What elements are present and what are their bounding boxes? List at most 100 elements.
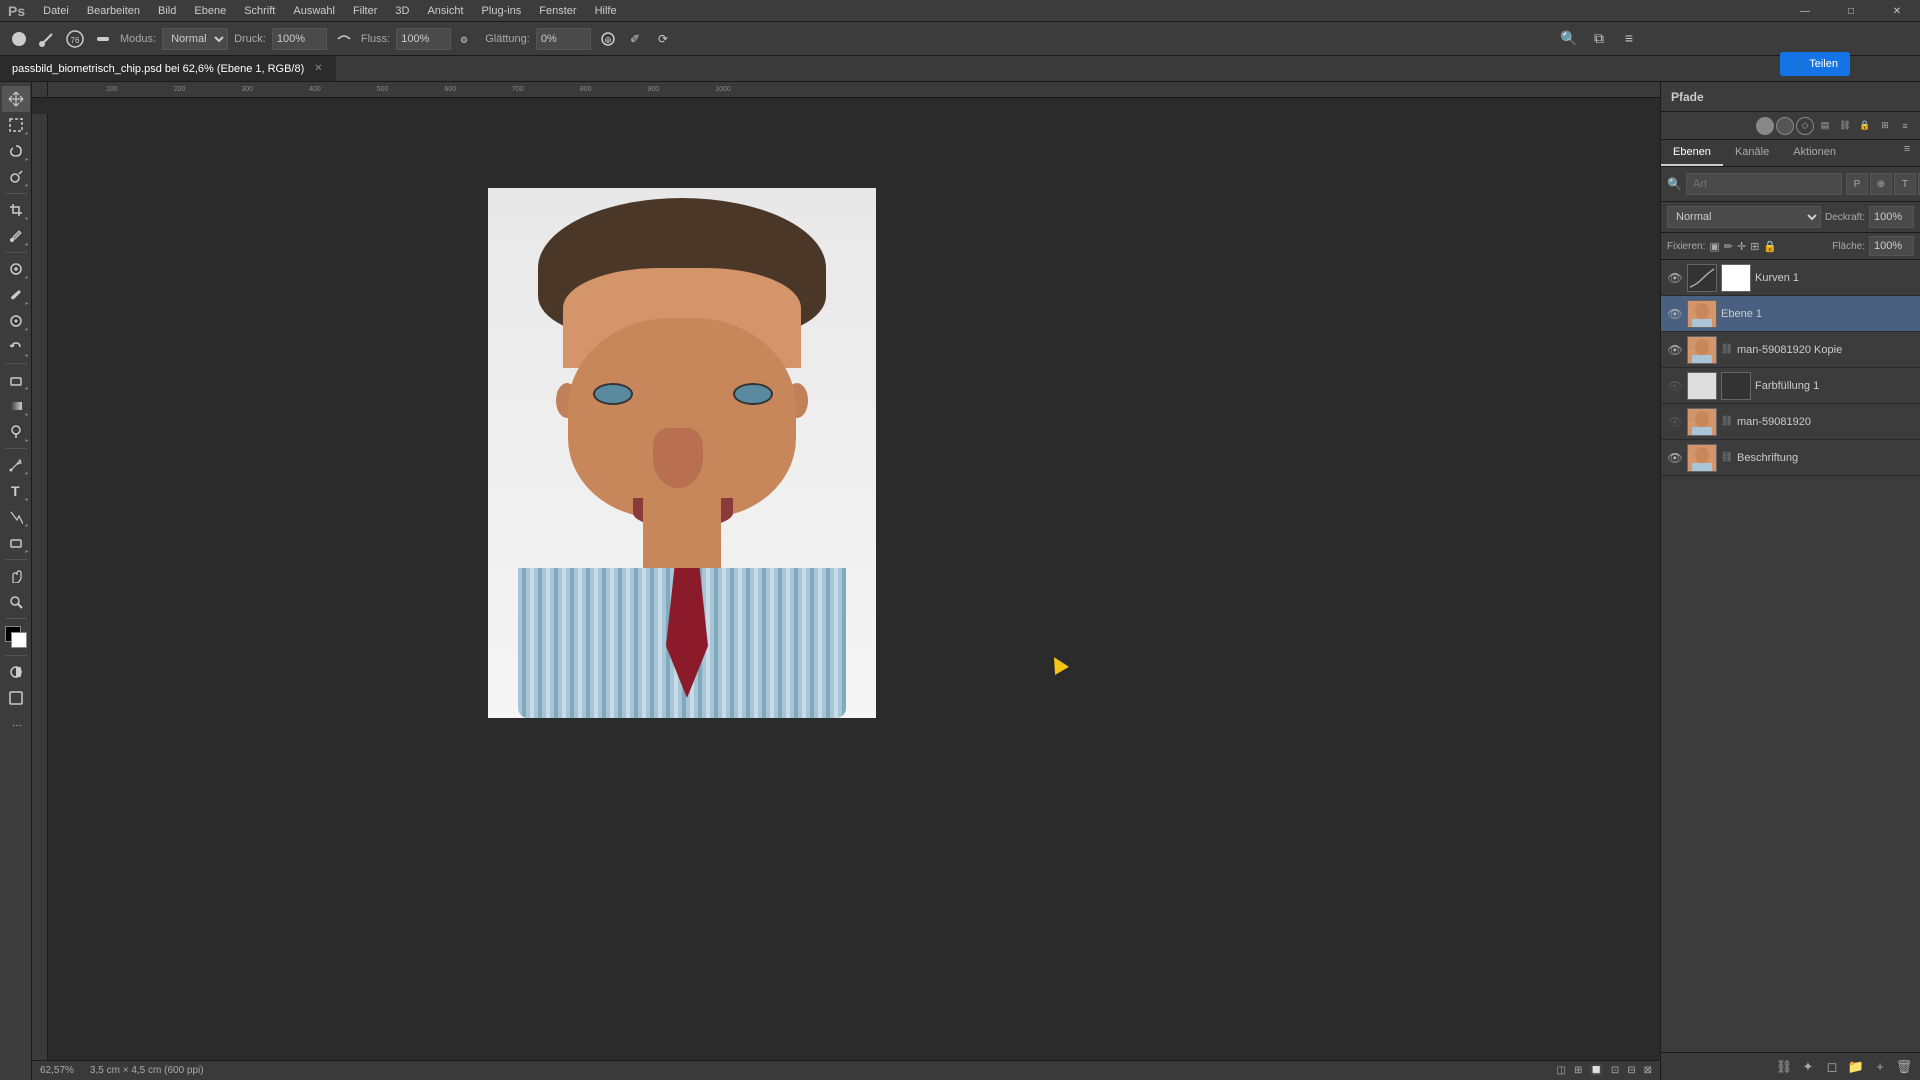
panel-lock-icon[interactable]: 🔒 [1856, 117, 1874, 135]
crop-tool[interactable]: ▸ [2, 197, 30, 223]
layer-mode-select[interactable]: Normal [1667, 206, 1821, 228]
background-color[interactable] [11, 632, 27, 648]
tab-close-icon[interactable]: ✕ [314, 63, 322, 74]
opacity-input[interactable] [1869, 206, 1914, 228]
layer-item-kurven1[interactable]: 👁 Kurven 1 [1661, 260, 1920, 296]
search-icon[interactable]: 🔍 [1558, 27, 1580, 49]
clone-tool[interactable]: ▸ [2, 308, 30, 334]
lasso-tool[interactable]: ▸ [2, 138, 30, 164]
tab-ebenen[interactable]: Ebenen [1661, 140, 1723, 166]
menu-plugins[interactable]: Plug-ins [474, 3, 530, 19]
menu-hilfe[interactable]: Hilfe [587, 3, 625, 19]
panel-dot-1[interactable] [1756, 117, 1774, 135]
menu-filter[interactable]: Filter [345, 3, 385, 19]
layer-visibility-kurven1[interactable]: 👁 [1667, 270, 1683, 286]
selection-tool[interactable]: ▸ [2, 112, 30, 138]
mode-select[interactable]: Normal [162, 28, 228, 50]
lock-transparent-icon[interactable]: ▣ [1709, 240, 1719, 253]
filter-text-btn[interactable]: T [1894, 173, 1916, 195]
eraser-tool[interactable]: ▸ [2, 367, 30, 393]
quick-mask-tool[interactable] [2, 659, 30, 685]
zoom-tool[interactable] [2, 589, 30, 615]
brush-extra-icon[interactable]: ⟳ [653, 28, 675, 50]
menu-ebene[interactable]: Ebene [186, 3, 234, 19]
add-style-icon[interactable]: ✦ [1798, 1057, 1818, 1077]
menu-datei[interactable]: Datei [35, 3, 77, 19]
panel-adjust-icon[interactable]: ▤ [1816, 117, 1834, 135]
menu-bild[interactable]: Bild [150, 3, 184, 19]
new-group-icon[interactable]: 📁 [1846, 1057, 1866, 1077]
panel-more-icon[interactable]: ≡ [1896, 117, 1914, 135]
gradient-tool[interactable]: ▸ [2, 393, 30, 419]
menu-fenster[interactable]: Fenster [531, 3, 584, 19]
canvas-background[interactable] [48, 98, 1660, 1060]
link-layer-icon[interactable]: ⛓ [1774, 1057, 1794, 1077]
history-brush-tool[interactable]: ▸ [2, 334, 30, 360]
pfade-title: Pfade [1671, 90, 1704, 104]
eyedropper-tool[interactable]: ▸ [2, 223, 30, 249]
pen-tool[interactable]: ▸ [2, 452, 30, 478]
menu-bearbeiten[interactable]: Bearbeiten [79, 3, 148, 19]
ps-logo: Ps [8, 3, 25, 19]
pressure-icon[interactable]: ⊕ [597, 28, 619, 50]
lock-image-icon[interactable]: ✏ [1724, 240, 1733, 253]
document-tab[interactable]: passbild_biometrisch_chip.psd bei 62,6% … [0, 56, 336, 81]
close-button[interactable]: ✕ [1874, 0, 1920, 22]
layer-item-ebene1[interactable]: 👁 Ebene 1 [1661, 296, 1920, 332]
panel-grid-icon[interactable]: ⊞ [1876, 117, 1894, 135]
hand-tool[interactable] [2, 563, 30, 589]
menu-schrift[interactable]: Schrift [236, 3, 283, 19]
fill-input[interactable] [1869, 236, 1914, 256]
shape-tool[interactable]: ▸ [2, 530, 30, 556]
panel-link-icon[interactable]: ⛓ [1836, 117, 1854, 135]
fluss-input[interactable] [396, 28, 451, 50]
brush-tool[interactable]: ▸ [2, 282, 30, 308]
glattung-input[interactable] [536, 28, 591, 50]
airbrush-icon[interactable] [333, 28, 355, 50]
layer-thumb-kurven1 [1687, 264, 1717, 292]
workspace-icon[interactable]: ≡ [1618, 27, 1640, 49]
menu-ansicht[interactable]: Ansicht [419, 3, 471, 19]
share-button[interactable]: 👤 Teilen [1780, 52, 1850, 76]
layer-item-farbfullung[interactable]: 👁 Farbfüllung 1 [1661, 368, 1920, 404]
quick-select-tool[interactable]: ▸ [2, 164, 30, 190]
more-tools[interactable]: ··· [2, 711, 30, 737]
lock-artboard-icon[interactable]: ⊞ [1750, 240, 1759, 253]
menu-3d[interactable]: 3D [387, 3, 417, 19]
screen-mode-tool[interactable] [2, 685, 30, 711]
add-mask-icon[interactable]: ◻ [1822, 1057, 1842, 1077]
text-tool[interactable]: T ▸ [2, 478, 30, 504]
layer-item-man-orig[interactable]: 👁 ⛓ man-59081920 [1661, 404, 1920, 440]
panel-dot-3[interactable]: ◇ [1796, 117, 1814, 135]
panel-dot-2[interactable] [1776, 117, 1794, 135]
layer-visibility-beschriftung[interactable]: 👁 [1667, 450, 1683, 466]
arrange-icon[interactable]: ⧉ [1588, 27, 1610, 49]
move-tool[interactable] [2, 86, 30, 112]
layer-visibility-man-kopie[interactable]: 👁 [1667, 342, 1683, 358]
layer-item-beschriftung[interactable]: 👁 ⛓ Beschriftung [1661, 440, 1920, 476]
color-swatch[interactable] [5, 626, 27, 648]
delete-layer-icon[interactable]: 🗑 [1894, 1057, 1914, 1077]
maximize-button[interactable]: □ [1828, 0, 1874, 22]
tablet-icon[interactable]: ✐ [625, 28, 647, 50]
spot-heal-tool[interactable]: ▸ [2, 256, 30, 282]
lock-all-icon[interactable]: 🔒 [1763, 240, 1777, 253]
layer-search-input[interactable] [1686, 173, 1842, 195]
minimize-button[interactable]: — [1782, 0, 1828, 22]
druck-input[interactable] [272, 28, 327, 50]
status-right-area: ◫ ⊞ 🔲 ⊡ ⊟ ⊠ [1557, 1065, 1652, 1076]
panel-menu-icon[interactable]: ≡ [1898, 140, 1916, 158]
toolbar-separator-7 [5, 655, 27, 656]
filter-pixel-btn[interactable]: P [1846, 173, 1868, 195]
lock-position-icon[interactable]: ✛ [1737, 240, 1746, 253]
layer-item-man-kopie[interactable]: 👁 ⛓ man-59081920 Kopie [1661, 332, 1920, 368]
layer-visibility-ebene1[interactable]: 👁 [1667, 306, 1683, 322]
tab-aktionen[interactable]: Aktionen [1781, 140, 1848, 166]
filter-adj-btn[interactable]: ⊕ [1870, 173, 1892, 195]
new-layer-icon[interactable]: + [1870, 1057, 1890, 1077]
dodge-tool[interactable]: ▸ [2, 419, 30, 445]
path-select-tool[interactable]: ▸ [2, 504, 30, 530]
layer-chain-icon-3: ⛓ [1721, 452, 1733, 464]
tab-kanale[interactable]: Kanäle [1723, 140, 1781, 166]
menu-auswahl[interactable]: Auswahl [285, 3, 343, 19]
